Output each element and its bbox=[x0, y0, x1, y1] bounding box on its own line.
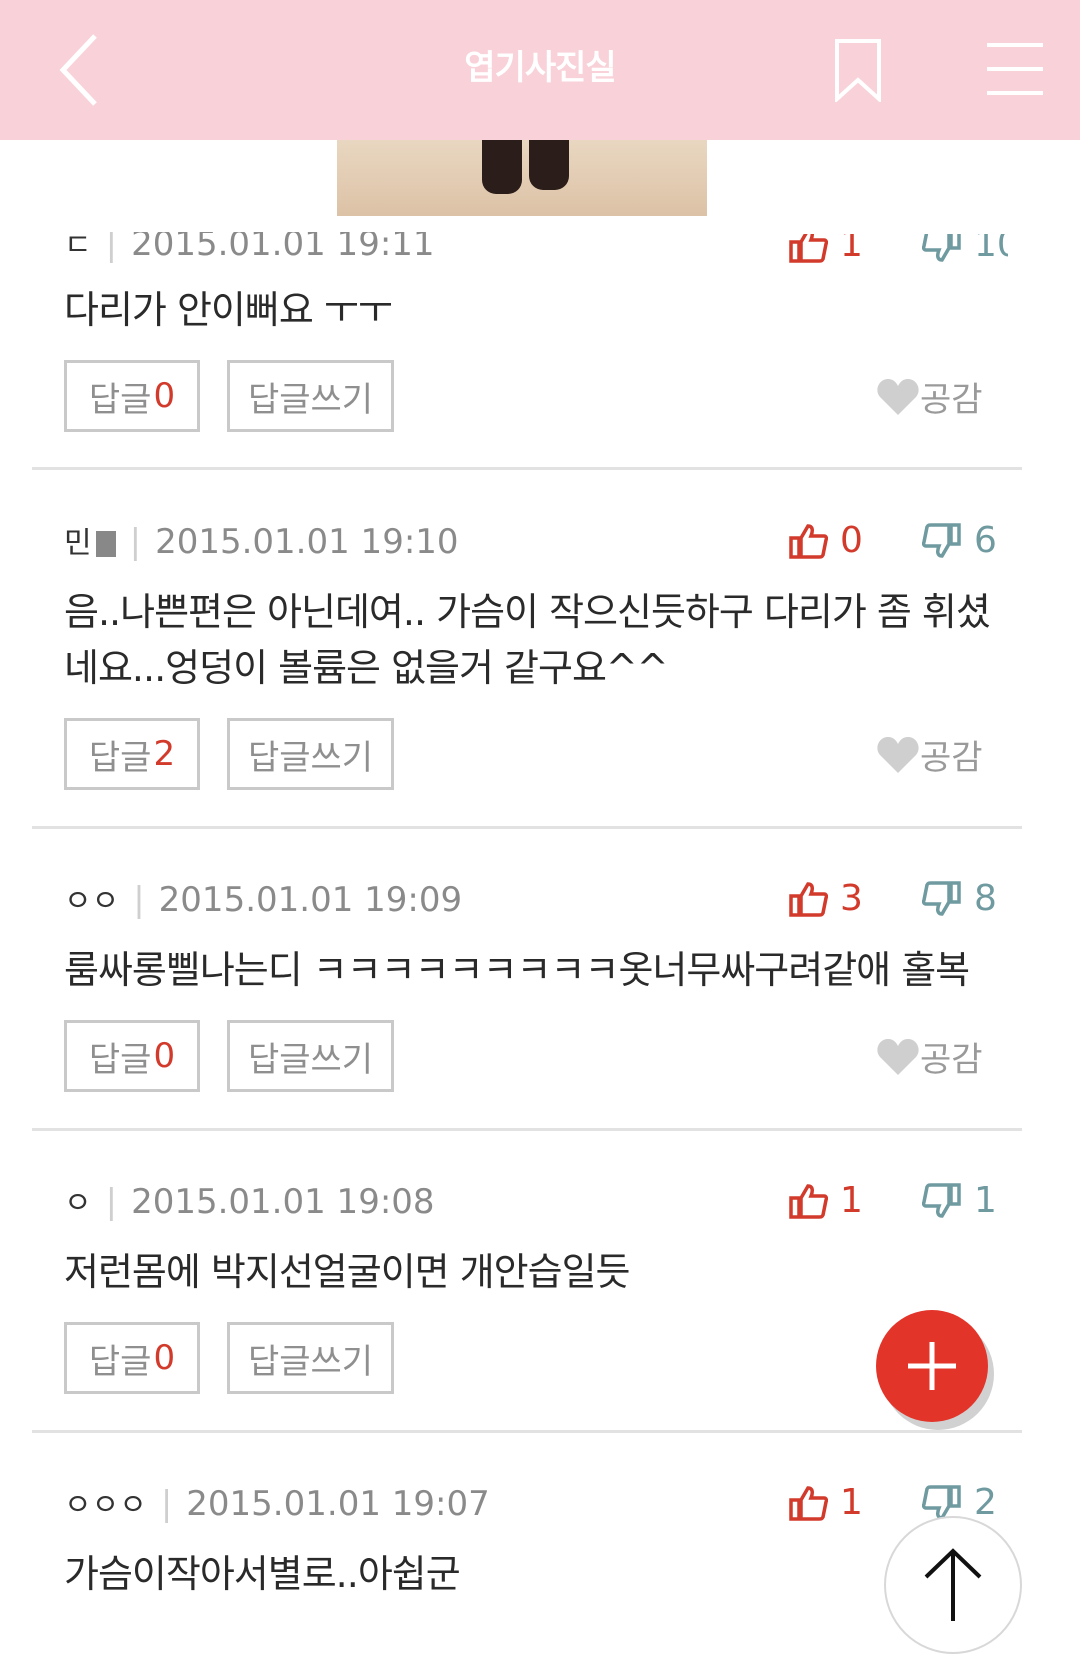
blurred-avatar bbox=[95, 530, 116, 557]
reply-count: 0 bbox=[153, 376, 176, 416]
dislike-vote-button[interactable]: 6 bbox=[922, 520, 997, 561]
comment-timestamp: 2015.01.01 19:08 bbox=[131, 1182, 435, 1222]
thumbs-up-icon bbox=[789, 523, 828, 559]
plus-icon bbox=[908, 1342, 956, 1390]
dislike-count: 6 bbox=[974, 520, 997, 561]
page-title: 엽기사진실 bbox=[464, 48, 616, 88]
thumbs-down-icon bbox=[922, 880, 961, 916]
heart-icon bbox=[877, 1038, 919, 1075]
menu-button[interactable] bbox=[970, 34, 1060, 104]
thumbs-up-icon bbox=[789, 1485, 828, 1521]
write-reply-button[interactable]: 답글쓰기 bbox=[227, 718, 394, 790]
divider bbox=[32, 467, 1022, 470]
comment-author: 민 bbox=[64, 526, 92, 561]
write-reply-button[interactable]: 답글쓰기 bbox=[227, 1322, 394, 1394]
vote-group: 1 10 bbox=[788, 224, 1008, 268]
thumbs-up-icon bbox=[789, 881, 828, 917]
like-count: 1 bbox=[840, 1180, 863, 1221]
reply-label: 답글 bbox=[88, 737, 152, 778]
arrow-up-icon bbox=[924, 1548, 982, 1621]
reply-count: 0 bbox=[153, 1338, 176, 1378]
thumbs-down-icon bbox=[922, 522, 961, 558]
dislike-count: 2 bbox=[974, 1482, 997, 1523]
like-vote-button[interactable]: 3 bbox=[788, 878, 863, 919]
empathy-label: 공감 bbox=[920, 738, 983, 778]
dislike-vote-button[interactable]: 1 bbox=[922, 1180, 997, 1221]
like-count: 1 bbox=[840, 224, 863, 265]
comment-meta: ㅇㅇㅇ | 2015.01.01 19:07 bbox=[64, 1484, 490, 1524]
write-reply-button[interactable]: 답글쓰기 bbox=[227, 360, 394, 432]
reply-count: 0 bbox=[153, 1036, 176, 1076]
bookmark-icon bbox=[835, 39, 881, 102]
empathy-button[interactable]: 공감 bbox=[876, 730, 983, 779]
like-count: 3 bbox=[840, 878, 863, 919]
like-vote-button[interactable]: 1 bbox=[788, 1482, 863, 1523]
empathy-button[interactable]: 공감 bbox=[876, 372, 983, 421]
comment-timestamp: 2015.01.01 19:07 bbox=[186, 1484, 490, 1524]
like-vote-button[interactable]: 0 bbox=[788, 520, 863, 561]
reply-count-button[interactable]: 답글 0 bbox=[64, 360, 200, 432]
bookmark-button[interactable] bbox=[828, 30, 888, 110]
like-vote-button[interactable]: 1 bbox=[788, 224, 863, 265]
comment-timestamp: 2015.01.01 19:10 bbox=[155, 522, 459, 562]
dislike-vote-button[interactable]: 8 bbox=[922, 878, 997, 919]
empathy-button[interactable]: 공감 bbox=[876, 1032, 983, 1081]
comment-author: ㅇㅇ bbox=[64, 884, 120, 919]
comment-meta: ㄷ | 2015.01.01 19:11 bbox=[64, 224, 435, 264]
dislike-count: 10 bbox=[974, 224, 1020, 265]
empathy-label: 공감 bbox=[920, 380, 983, 420]
reply-count-button[interactable]: 답글 2 bbox=[64, 718, 200, 790]
comment-timestamp: 2015.01.01 19:09 bbox=[158, 880, 463, 920]
heart-icon bbox=[877, 378, 919, 415]
divider bbox=[32, 826, 1022, 829]
dislike-count: 8 bbox=[974, 878, 997, 919]
dislike-vote-button[interactable]: 10 bbox=[922, 224, 1020, 265]
comment-timestamp: 2015.01.01 19:11 bbox=[131, 224, 435, 264]
like-vote-button[interactable]: 1 bbox=[788, 1180, 863, 1221]
thumbs-up-icon bbox=[789, 234, 828, 263]
vote-group: 3 8 bbox=[788, 878, 1008, 922]
like-count: 0 bbox=[840, 520, 863, 561]
heart-icon bbox=[877, 736, 919, 773]
vote-group: 0 6 bbox=[788, 520, 1008, 564]
reply-count-button[interactable]: 답글 0 bbox=[64, 1020, 200, 1092]
scroll-to-top-button[interactable] bbox=[884, 1516, 1022, 1654]
hamburger-menu-icon bbox=[987, 43, 1043, 95]
comment-text: 저런몸에 박지선얼굴이면 개안습일듯 bbox=[64, 1250, 631, 1294]
comment-text: 음..나쁜편은 아닌데여.. 가슴이 작으신듯하구 다리가 좀 휘셨네요...엉… bbox=[64, 590, 991, 690]
divider bbox=[32, 1128, 1022, 1131]
add-comment-button[interactable] bbox=[876, 1310, 988, 1422]
comment-meta: 민 | 2015.01.01 19:10 bbox=[64, 522, 459, 562]
dislike-count: 1 bbox=[974, 1180, 997, 1221]
comment-author: ㄷ bbox=[64, 228, 92, 263]
comment-author: ㅇㅇㅇ bbox=[64, 1488, 147, 1523]
post-photo bbox=[337, 140, 707, 216]
like-count: 1 bbox=[840, 1482, 863, 1523]
reply-count-button[interactable]: 답글 0 bbox=[64, 1322, 200, 1394]
reply-count: 2 bbox=[153, 734, 176, 774]
reply-label: 답글 bbox=[88, 379, 152, 420]
comment-author: ㅇ bbox=[64, 1186, 92, 1221]
comment-text: 가슴이작아서별로..아쉽군 bbox=[64, 1552, 461, 1596]
reply-label: 답글 bbox=[88, 1341, 152, 1382]
vote-group: 1 1 bbox=[788, 1180, 1008, 1224]
comment-meta: ㅇㅇ | 2015.01.01 19:09 bbox=[64, 880, 463, 920]
comment-text: 룸싸롱삘나는디 ㅋㅋㅋㅋㅋㅋㅋㅋㅋ옷너무싸구려같애 홀복 bbox=[64, 948, 970, 992]
divider bbox=[32, 1430, 1022, 1433]
comment-text: 다리가 안이뻐요 ㅜㅜ bbox=[64, 288, 393, 332]
empathy-label: 공감 bbox=[920, 1040, 983, 1080]
reply-label: 답글 bbox=[88, 1039, 152, 1080]
write-reply-button[interactable]: 답글쓰기 bbox=[227, 1020, 394, 1092]
thumbs-down-icon bbox=[922, 234, 961, 262]
comment-meta: ㅇ | 2015.01.01 19:08 bbox=[64, 1182, 435, 1222]
app-header: 엽기사진실 bbox=[0, 0, 1080, 140]
thumbs-down-icon bbox=[922, 1182, 961, 1218]
thumbs-up-icon bbox=[789, 1183, 828, 1219]
